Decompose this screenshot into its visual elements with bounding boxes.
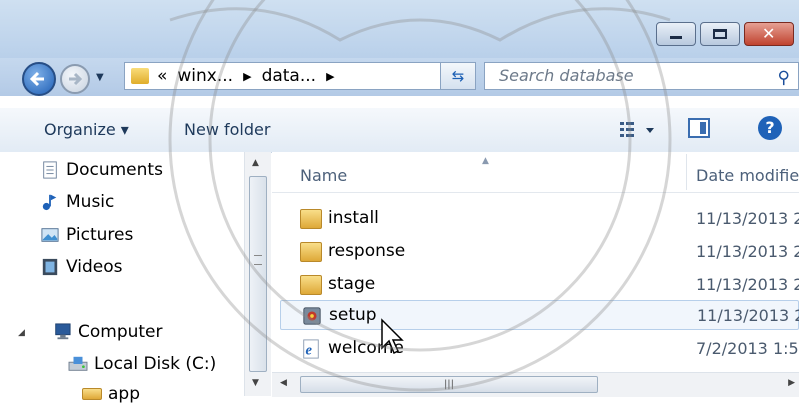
file-row-install[interactable]: install 11/13/2013 2: [280, 204, 799, 234]
file-date: 11/13/2013 2: [696, 209, 799, 228]
minimize-button[interactable] [656, 22, 696, 46]
search-input[interactable]: Search database ⚲ [484, 62, 799, 90]
change-view-button[interactable] [618, 118, 658, 142]
forward-button[interactable] [60, 64, 90, 94]
breadcrumb-overflow[interactable]: « [157, 66, 167, 86]
help-button[interactable]: ? [758, 116, 782, 140]
file-row-stage[interactable]: stage 11/13/2013 2: [280, 270, 799, 300]
grip-icon [254, 255, 262, 265]
nav-item-label: Pictures [66, 225, 134, 245]
arrow-right-icon [69, 72, 83, 86]
refresh-button[interactable]: ⇆ [440, 62, 476, 90]
file-row-welcome[interactable]: e welcome 7/2/2013 1:51 [280, 334, 799, 364]
chevron-right-icon[interactable]: ▶ [243, 70, 251, 83]
horizontal-scrollbar[interactable]: ◀ ||| ▶ [272, 372, 799, 397]
pictures-icon [41, 228, 59, 242]
folder-icon [82, 388, 102, 400]
command-bar: Organize ▾ New folder ? [0, 108, 799, 153]
nav-item-label: Music [66, 192, 115, 212]
arrow-left-icon [29, 71, 44, 87]
scroll-down-arrow[interactable]: ▼ [252, 378, 259, 388]
search-placeholder: Search database [499, 66, 634, 85]
scrollbar-thumb[interactable]: ||| [300, 376, 598, 393]
maximize-icon [713, 29, 727, 39]
organize-button[interactable]: Organize ▾ [44, 120, 129, 139]
maximize-button[interactable] [700, 22, 740, 46]
document-icon [43, 161, 57, 179]
minimize-icon [670, 36, 682, 39]
address-bar[interactable]: « winx... ▶ data... ▶ ▼ [124, 62, 470, 90]
file-name: response [328, 241, 406, 261]
setup-app-icon [303, 307, 321, 325]
scroll-right-arrow[interactable]: ▶ [788, 378, 795, 388]
column-name-header[interactable]: Name [300, 166, 347, 185]
file-date: 11/13/2013 2: [697, 306, 799, 325]
file-date: 11/13/2013 2: [696, 275, 799, 294]
ie-html-icon: e [303, 339, 319, 359]
svg-text:e: e [306, 342, 313, 358]
close-button[interactable]: ✕ [744, 22, 794, 46]
search-icon[interactable]: ⚲ [778, 65, 790, 91]
scrollbar-thumb[interactable] [249, 176, 267, 372]
file-name: stage [328, 274, 376, 294]
preview-pane-icon [700, 122, 706, 134]
chevron-right-icon[interactable]: ▶ [326, 70, 334, 83]
view-options-icon [620, 122, 654, 137]
column-headers: ▲ Name Date modifie [272, 152, 799, 193]
nav-item-label: Computer [78, 322, 163, 342]
videos-icon [42, 258, 58, 276]
scroll-left-arrow[interactable]: ◀ [280, 378, 287, 388]
recent-pages-dropdown[interactable]: ▼ [96, 72, 104, 83]
disk-icon [68, 356, 88, 371]
sort-ascending-icon: ▲ [482, 156, 489, 166]
nav-item-label: Local Disk (C:) [94, 354, 217, 374]
column-date-header[interactable]: Date modifie [696, 166, 799, 185]
nav-item-videos[interactable]: Videos [42, 257, 123, 277]
file-name: install [328, 208, 379, 228]
breadcrumb-database[interactable]: data... [262, 66, 317, 86]
music-icon [42, 194, 57, 211]
column-divider[interactable] [686, 154, 687, 190]
nav-item-music[interactable]: Music [42, 192, 115, 212]
folder-icon [300, 209, 322, 229]
nav-item-local-disk[interactable]: Local Disk (C:) [68, 354, 217, 374]
file-date: 11/13/2013 2: [696, 242, 799, 261]
back-button[interactable] [22, 62, 56, 96]
file-row-setup[interactable]: setup 11/13/2013 2: [280, 300, 799, 330]
folder-icon [131, 68, 149, 84]
file-date: 7/2/2013 1:51 [696, 339, 799, 358]
nav-item-pictures[interactable]: Pictures [41, 225, 134, 245]
nav-item-label: Videos [66, 257, 123, 277]
new-folder-button[interactable]: New folder [184, 120, 270, 139]
nav-item-computer[interactable]: Computer [55, 322, 163, 342]
breadcrumb-winx[interactable]: winx... [177, 66, 233, 86]
navigation-scrollbar[interactable]: ▲ ▼ [244, 152, 271, 396]
preview-pane-button[interactable] [688, 118, 710, 138]
nav-item-label: app [108, 384, 140, 404]
grip-icon: ||| [443, 379, 455, 390]
nav-item-app[interactable]: app [82, 384, 140, 404]
nav-item-label: Documents [66, 160, 163, 180]
computer-icon [55, 323, 71, 340]
nav-item-documents[interactable]: Documents [43, 160, 163, 180]
expand-arrow-icon[interactable]: ◢ [18, 328, 25, 338]
folder-icon [300, 242, 322, 262]
refresh-icon: ⇆ [451, 67, 465, 85]
file-name: setup [329, 305, 377, 325]
scroll-up-arrow[interactable]: ▲ [252, 158, 259, 168]
file-row-response[interactable]: response 11/13/2013 2: [280, 237, 799, 267]
help-icon: ? [765, 118, 775, 137]
folder-icon [300, 275, 322, 295]
mouse-cursor-icon [381, 318, 404, 355]
close-icon: ✕ [762, 24, 776, 43]
